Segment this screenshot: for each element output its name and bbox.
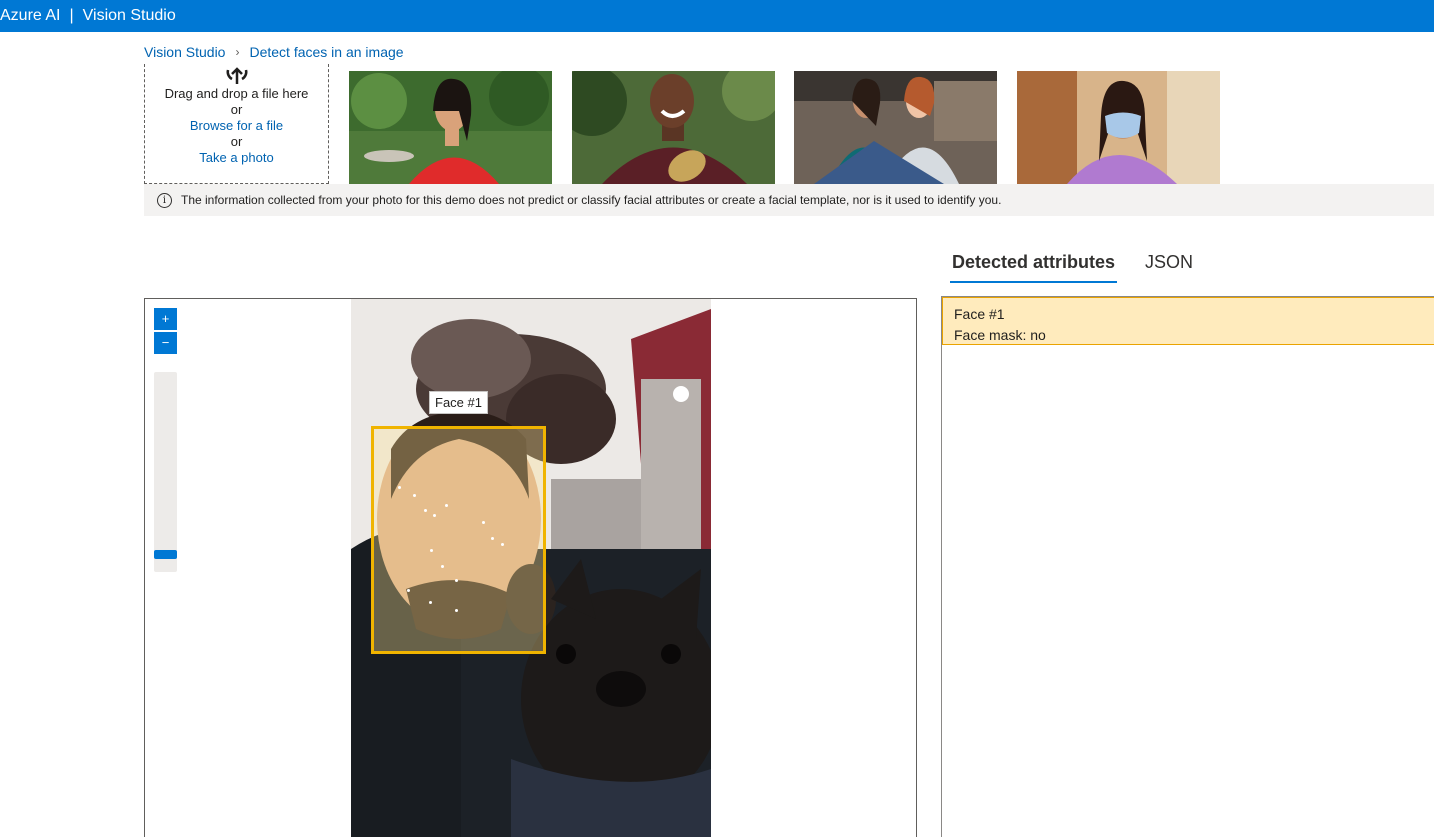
face-landmark xyxy=(455,579,458,582)
upload-dropzone[interactable]: Drag and drop a file here or Browse for … xyxy=(144,64,329,184)
face-landmark xyxy=(413,494,416,497)
sample-image-2[interactable] xyxy=(572,71,775,184)
dropzone-or-1: or xyxy=(230,102,243,117)
zoom-slider[interactable] xyxy=(154,372,177,572)
zoom-in-button[interactable]: + xyxy=(154,308,177,330)
dropzone-text: Drag and drop a file here xyxy=(164,86,309,101)
face-landmark xyxy=(445,504,448,507)
face-landmark xyxy=(501,543,504,546)
chevron-right-icon: › xyxy=(235,45,240,59)
brand-label[interactable]: Azure AI xyxy=(0,7,60,25)
take-photo-link[interactable]: Take a photo xyxy=(145,150,328,166)
face-landmark xyxy=(430,549,433,552)
breadcrumb: Vision Studio › Detect faces in an image xyxy=(144,42,404,62)
face-landmark xyxy=(441,565,444,568)
info-icon: i xyxy=(157,192,172,208)
face-landmark xyxy=(429,601,432,604)
face-landmark xyxy=(433,514,436,517)
top-bar: Azure AI | Vision Studio xyxy=(0,0,1434,32)
face-landmark xyxy=(424,509,427,512)
face-label: Face #1 xyxy=(429,391,488,414)
face-attribute-card[interactable]: Face #1 Face mask: no xyxy=(942,297,1434,345)
breadcrumb-current[interactable]: Detect faces in an image xyxy=(249,44,403,60)
face-bounding-box[interactable] xyxy=(371,426,546,654)
brand-separator: | xyxy=(69,7,74,24)
face-landmark xyxy=(398,486,401,489)
image-viewer: + − Face #1 xyxy=(144,298,917,837)
product-label[interactable]: Vision Studio xyxy=(83,7,176,25)
face-landmark xyxy=(482,521,485,524)
sample-image-3[interactable] xyxy=(794,71,997,184)
zoom-out-button[interactable]: − xyxy=(154,332,177,354)
face-landmark xyxy=(455,609,458,612)
browse-file-link[interactable]: Browse for a file xyxy=(145,118,328,134)
face-landmark xyxy=(491,537,494,540)
tab-json[interactable]: JSON xyxy=(1143,248,1195,283)
face-mask-attribute: Face mask: no xyxy=(954,327,1046,343)
privacy-notice: i The information collected from your ph… xyxy=(144,184,1434,216)
zoom-slider-thumb[interactable] xyxy=(154,550,177,559)
tab-detected-attributes[interactable]: Detected attributes xyxy=(950,248,1118,283)
upload-icon xyxy=(226,67,247,84)
sample-image-4[interactable] xyxy=(1017,71,1220,184)
breadcrumb-root[interactable]: Vision Studio xyxy=(144,44,225,60)
face-title: Face #1 xyxy=(954,306,1005,322)
result-tabs: Detected attributes JSON xyxy=(950,248,1221,283)
sample-image-1[interactable] xyxy=(349,71,552,184)
privacy-notice-text: The information collected from your phot… xyxy=(181,193,1002,207)
detected-attributes-panel: Face #1 Face mask: no xyxy=(941,296,1434,837)
dropzone-or-2: or xyxy=(230,134,243,149)
face-landmark xyxy=(407,589,410,592)
